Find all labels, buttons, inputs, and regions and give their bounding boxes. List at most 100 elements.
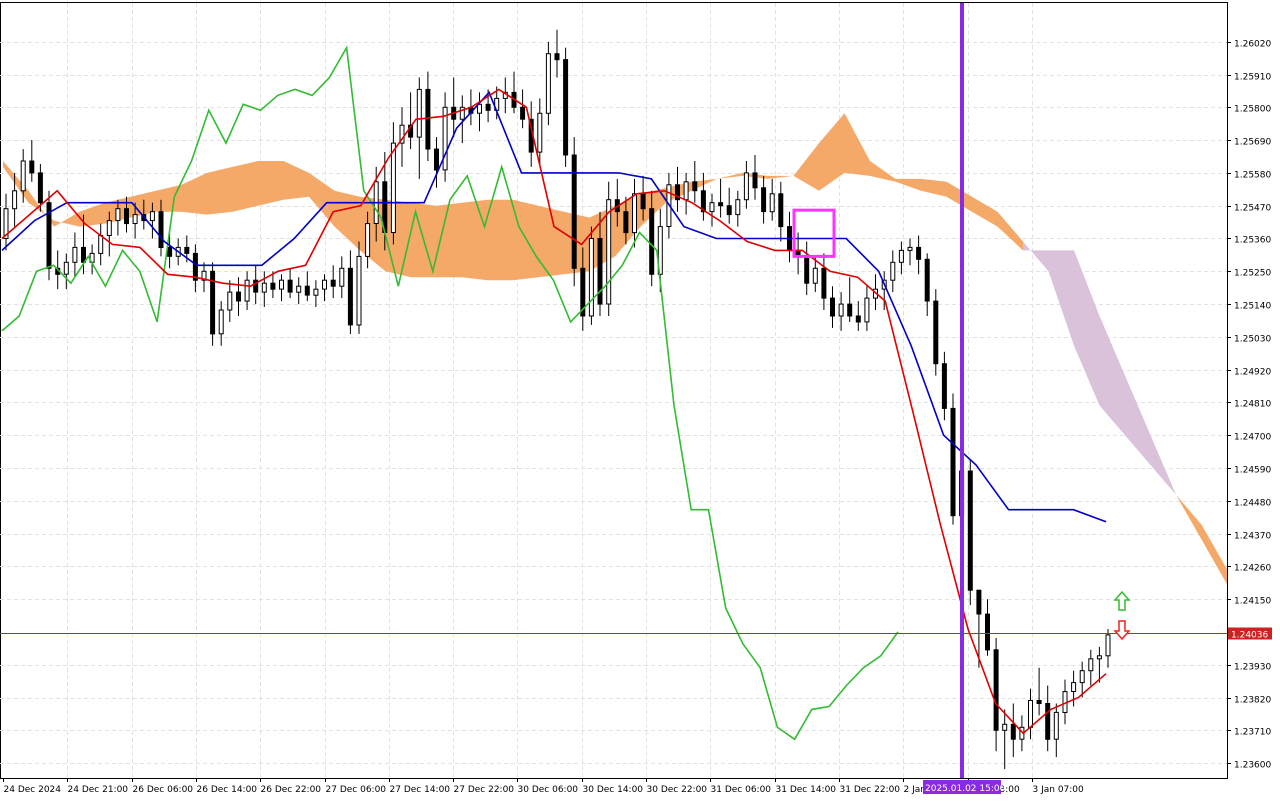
candle-body-bull: [907, 246, 913, 251]
candle-body-bull: [416, 88, 422, 138]
candle-body-bear: [1036, 700, 1042, 704]
candle-body-bear: [993, 649, 999, 731]
candle-body-bull: [1071, 682, 1077, 692]
candle-body-bear: [347, 267, 353, 326]
candle-body-bull: [1105, 634, 1111, 657]
price-tick-label: 1.24920: [1234, 368, 1271, 378]
price-tick-label: 1.25140: [1234, 302, 1271, 312]
candle-body-bull: [864, 297, 870, 323]
chart-canvas[interactable]: 1.26020 1.25910 1.25800 1.25690 1.25580 1.254…: [0, 0, 1280, 800]
candle-body-bear: [270, 282, 276, 290]
candle-body-bear: [597, 238, 603, 305]
candle-body-bull: [588, 238, 594, 317]
candle-body-bull: [279, 279, 284, 290]
price-tick-label: 1.25690: [1234, 138, 1271, 148]
time-tick-label: 30 Dec 14:00: [583, 785, 644, 795]
price-tick-label: 1.24260: [1234, 564, 1271, 574]
kumo-segment: [487, 199, 513, 281]
candle-body-bull: [218, 309, 224, 335]
candle-body-bull: [261, 282, 267, 293]
candle-body-bear: [563, 59, 569, 156]
time-tick-label: 26 Dec 22:00: [261, 785, 322, 795]
candle: [933, 289, 939, 376]
candle-body-bear: [950, 407, 956, 517]
candle-body-bull: [322, 279, 327, 290]
candle-body-bear: [830, 297, 835, 317]
candle-body-bear: [192, 252, 198, 281]
candle-body-bull: [149, 211, 155, 222]
candle-body-bull: [1088, 658, 1094, 672]
candle-body-bear: [520, 106, 526, 120]
candle-body-bull: [812, 267, 818, 284]
candle-body-bull: [890, 261, 896, 281]
price-tick-label: 1.23820: [1234, 696, 1271, 706]
candle-body-bear: [330, 279, 336, 287]
price-tick-label: 1.26020: [1234, 40, 1271, 50]
candle-body-bull: [545, 53, 551, 114]
candle-body-bear: [304, 285, 310, 296]
kumo-segment: [385, 199, 411, 278]
price-tick-label: 1.25030: [1234, 335, 1271, 345]
candle-body-bear: [167, 246, 173, 257]
candle-body-bear: [158, 211, 164, 248]
time-tick-label: 27 Dec 06:00: [326, 785, 387, 795]
candle-body-bear: [778, 193, 784, 228]
candle-body-bear: [29, 160, 35, 174]
price-tick-label: 1.25250: [1234, 269, 1271, 279]
candle-body-bear: [718, 202, 724, 207]
price-tick-label: 1.25800: [1234, 105, 1271, 115]
ichimoku-chart[interactable]: 1.26020 1.25910 1.25800 1.25690 1.25580 1.254…: [0, 0, 1280, 800]
time-tick-label: 26 Dec 14:00: [197, 785, 258, 795]
time-tick-label: 31 Dec 06:00: [711, 785, 772, 795]
candle-body-bull: [1053, 711, 1059, 740]
candle-body-bull: [537, 112, 543, 153]
candle-body-bear: [287, 279, 293, 293]
candle-body-bear: [967, 470, 973, 591]
candle-body-bull: [632, 193, 637, 234]
candle: [950, 393, 956, 525]
price-tick-label: 1.25360: [1234, 236, 1271, 246]
time-tick-label: 26 Dec 06:00: [133, 785, 194, 795]
candle-body-bull: [115, 208, 121, 222]
candle: [588, 226, 594, 325]
candle-body-bear: [976, 589, 982, 615]
candle-body-bull: [1002, 723, 1008, 731]
candle-body-bear: [425, 88, 431, 150]
time-tick-label: 30 Dec 06:00: [518, 785, 579, 795]
candle-body-bull: [365, 223, 371, 257]
price-tick-label: 1.25470: [1234, 204, 1271, 214]
candle-body-bull: [1028, 700, 1033, 728]
kumo-segment: [258, 161, 284, 206]
price-tick-label: 1.23600: [1234, 761, 1271, 771]
candle-body-bear: [726, 205, 732, 216]
candle-body-bull: [12, 190, 18, 210]
candle-body-bull: [838, 303, 844, 317]
current-price-label: 1.24036: [1231, 631, 1268, 641]
candle-body-bull: [735, 199, 741, 216]
candle-body-bear: [1045, 703, 1051, 740]
candle-body-bear: [761, 187, 767, 213]
kumo-segment: [564, 211, 590, 275]
candle-body-bull: [339, 267, 345, 287]
candle-body-bull: [72, 246, 78, 263]
time-tick-label: 27 Dec 22:00: [454, 785, 515, 795]
time-tick-label: 31 Dec 14:00: [776, 785, 837, 795]
candle-body-bull: [244, 279, 250, 302]
kumo-segment: [207, 166, 233, 215]
candle-body-bull: [227, 291, 233, 311]
candle-body-bear: [434, 148, 439, 171]
candle-body-bear: [1010, 723, 1016, 740]
candle: [606, 181, 612, 316]
candle-body-bull: [20, 160, 26, 192]
candle-body-bear: [640, 193, 646, 210]
candle-body-bear: [37, 172, 43, 204]
candle-body-bull: [356, 255, 362, 326]
price-tick-label: 1.24480: [1234, 499, 1271, 509]
candle: [210, 262, 216, 346]
candle-body-bull: [132, 214, 138, 225]
price-tick-label: 1.25910: [1234, 73, 1271, 83]
candle-body-bear: [236, 291, 241, 302]
candle: [967, 459, 973, 606]
candle-body-bear: [692, 181, 698, 192]
price-tick-label: 1.24370: [1234, 532, 1271, 542]
